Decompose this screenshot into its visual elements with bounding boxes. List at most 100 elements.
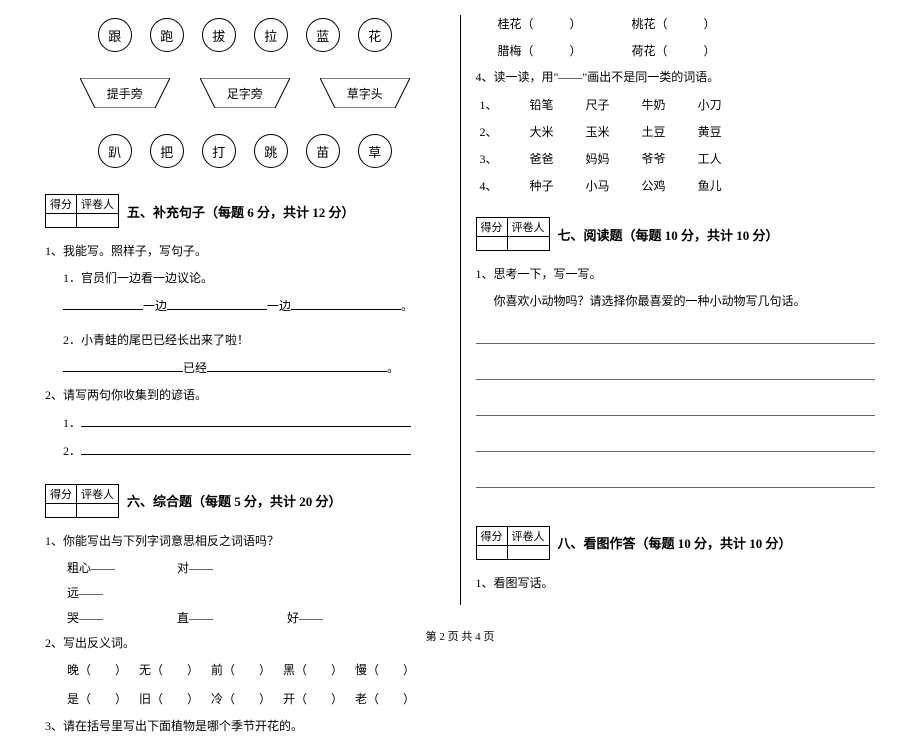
left-column: 跟 跑 拔 拉 蓝 花 提手旁 足字旁 草字头 趴 把 打 跳 (30, 10, 460, 610)
antonym-fill-row[interactable]: 是（ ） 旧（ ） 冷（ ） 开（ ） 老（ ） (67, 690, 445, 707)
question-text: 1、我能写。照样子，写句子。 (45, 242, 445, 261)
trap-label: 提手旁 (80, 85, 170, 102)
word-item: 鱼儿 (698, 177, 722, 194)
score-cell[interactable] (46, 503, 77, 517)
fill-item: 旧（ ） (139, 690, 211, 707)
char-text: 跑 (160, 26, 173, 45)
pair-item: 直—— (177, 609, 287, 626)
char-text: 趴 (108, 142, 121, 161)
char-text: 花 (368, 26, 381, 45)
scorer-label: 评卷人 (77, 484, 119, 503)
page-footer: 第 2 页 共 4 页 (0, 628, 920, 644)
hint-text: 一边 (267, 299, 291, 313)
word-item: 妈妈 (586, 150, 610, 167)
word-item: 尺子 (586, 96, 610, 113)
fill-item: 冷（ ） (211, 690, 283, 707)
writing-line[interactable] (476, 396, 876, 416)
antonym-row[interactable]: 哭—— 直—— 好—— (67, 609, 445, 626)
pair-item: 对—— (177, 559, 287, 576)
fill-item: 黑（ ） (283, 661, 355, 678)
char-circle: 拉 (254, 18, 288, 52)
fill-item: 开（ ） (283, 690, 355, 707)
char-text: 拉 (264, 26, 277, 45)
fill-item: 老（ ） (355, 690, 427, 707)
score-box: 得分评卷人 (476, 526, 550, 560)
word-category-row[interactable]: 3、 爸爸 妈妈 爷爷 工人 (498, 150, 876, 167)
score-label: 得分 (46, 195, 77, 214)
char-circle: 跟 (98, 18, 132, 52)
word-item: 玉米 (586, 123, 610, 140)
row-idx: 3、 (480, 150, 498, 167)
word-item: 大米 (530, 123, 554, 140)
fill-item: 前（ ） (211, 661, 283, 678)
fill-item: 无（ ） (139, 661, 211, 678)
bottom-char-row: 趴 把 打 跳 苗 草 (45, 134, 445, 168)
trapezoid-box: 草字头 (320, 78, 410, 108)
word-category-row[interactable]: 2、 大米 玉米 土豆 黄豆 (498, 123, 876, 140)
word-item: 爷爷 (642, 150, 666, 167)
fill-item: 晚（ ） (67, 661, 139, 678)
writing-line[interactable] (476, 360, 876, 380)
pair-item: 哭—— (67, 609, 177, 626)
trap-label: 足字旁 (200, 85, 290, 102)
top-char-row: 跟 跑 拔 拉 蓝 花 (45, 18, 445, 52)
char-text: 跳 (264, 142, 277, 161)
char-text: 拔 (212, 26, 225, 45)
right-column: 桂花（ ） 桃花（ ） 腊梅（ ） 荷花（ ） 4、读一读，用"——"画出不是同… (461, 10, 891, 610)
antonym-row[interactable]: 远—— (67, 584, 445, 601)
char-text: 苗 (316, 142, 329, 161)
question-text: 4、读一读，用"——"画出不是同一类的词语。 (476, 68, 876, 87)
section-7-header: 得分评卷人 七、阅读题（每题 10 分，共计 10 分） (476, 217, 876, 251)
writing-line[interactable] (476, 432, 876, 452)
list-num: 1． (63, 416, 81, 430)
trapezoid-box: 足字旁 (200, 78, 290, 108)
char-circle: 草 (358, 134, 392, 168)
char-circle: 跳 (254, 134, 288, 168)
section-title: 六、综合题（每题 5 分，共计 20 分） (127, 491, 342, 510)
question-text: 2、请写两句你收集到的谚语。 (45, 386, 445, 405)
answer-line[interactable]: 1． (45, 413, 445, 433)
word-item: 小刀 (698, 96, 722, 113)
section-title: 七、阅读题（每题 10 分，共计 10 分） (558, 225, 779, 244)
scorer-label: 评卷人 (507, 218, 549, 237)
section-title: 五、补充句子（每题 6 分，共计 12 分） (127, 202, 355, 221)
hint-text: 已经 (183, 361, 207, 375)
flower-row[interactable]: 腊梅（ ） 荷花（ ） (498, 42, 876, 59)
char-circle: 拔 (202, 18, 236, 52)
writing-line[interactable] (476, 468, 876, 488)
row-idx: 4、 (480, 177, 498, 194)
fill-blank-line[interactable]: 一边一边。 (45, 296, 445, 316)
scorer-cell[interactable] (77, 214, 119, 228)
section-5-header: 得分评卷人 五、补充句子（每题 6 分，共计 12 分） (45, 194, 445, 228)
char-circle: 蓝 (306, 18, 340, 52)
flower-row[interactable]: 桂花（ ） 桃花（ ） (498, 15, 876, 32)
word-item: 牛奶 (642, 96, 666, 113)
char-circle: 打 (202, 134, 236, 168)
section-8-header: 得分评卷人 八、看图作答（每题 10 分，共计 10 分） (476, 526, 876, 560)
scorer-cell[interactable] (507, 545, 549, 559)
scorer-cell[interactable] (77, 503, 119, 517)
word-item: 公鸡 (642, 177, 666, 194)
word-category-row[interactable]: 4、 种子 小马 公鸡 鱼儿 (498, 177, 876, 194)
sub-question: 1．官员们一边看一边议论。 (45, 269, 445, 288)
section-title: 八、看图作答（每题 10 分，共计 10 分） (558, 533, 792, 552)
score-cell[interactable] (46, 214, 77, 228)
writing-line[interactable] (476, 324, 876, 344)
fill-blank-line[interactable]: 已经。 (45, 358, 445, 378)
question-text: 1、思考一下，写一写。 (476, 265, 876, 284)
score-cell[interactable] (476, 545, 507, 559)
char-text: 把 (160, 142, 173, 161)
word-item: 种子 (530, 177, 554, 194)
scorer-cell[interactable] (507, 237, 549, 251)
section-6-header: 得分评卷人 六、综合题（每题 5 分，共计 20 分） (45, 484, 445, 518)
antonym-fill-row[interactable]: 晚（ ） 无（ ） 前（ ） 黑（ ） 慢（ ） (67, 661, 445, 678)
flower-item: 腊梅（ ） (498, 42, 582, 59)
score-cell[interactable] (476, 237, 507, 251)
antonym-row[interactable]: 粗心—— 对—— (67, 559, 445, 576)
fill-item: 慢（ ） (355, 661, 427, 678)
char-circle: 把 (150, 134, 184, 168)
flower-item: 荷花（ ） (632, 42, 716, 59)
word-category-row[interactable]: 1、 铅笔 尺子 牛奶 小刀 (498, 96, 876, 113)
char-text: 打 (212, 142, 225, 161)
answer-line[interactable]: 2． (45, 441, 445, 461)
